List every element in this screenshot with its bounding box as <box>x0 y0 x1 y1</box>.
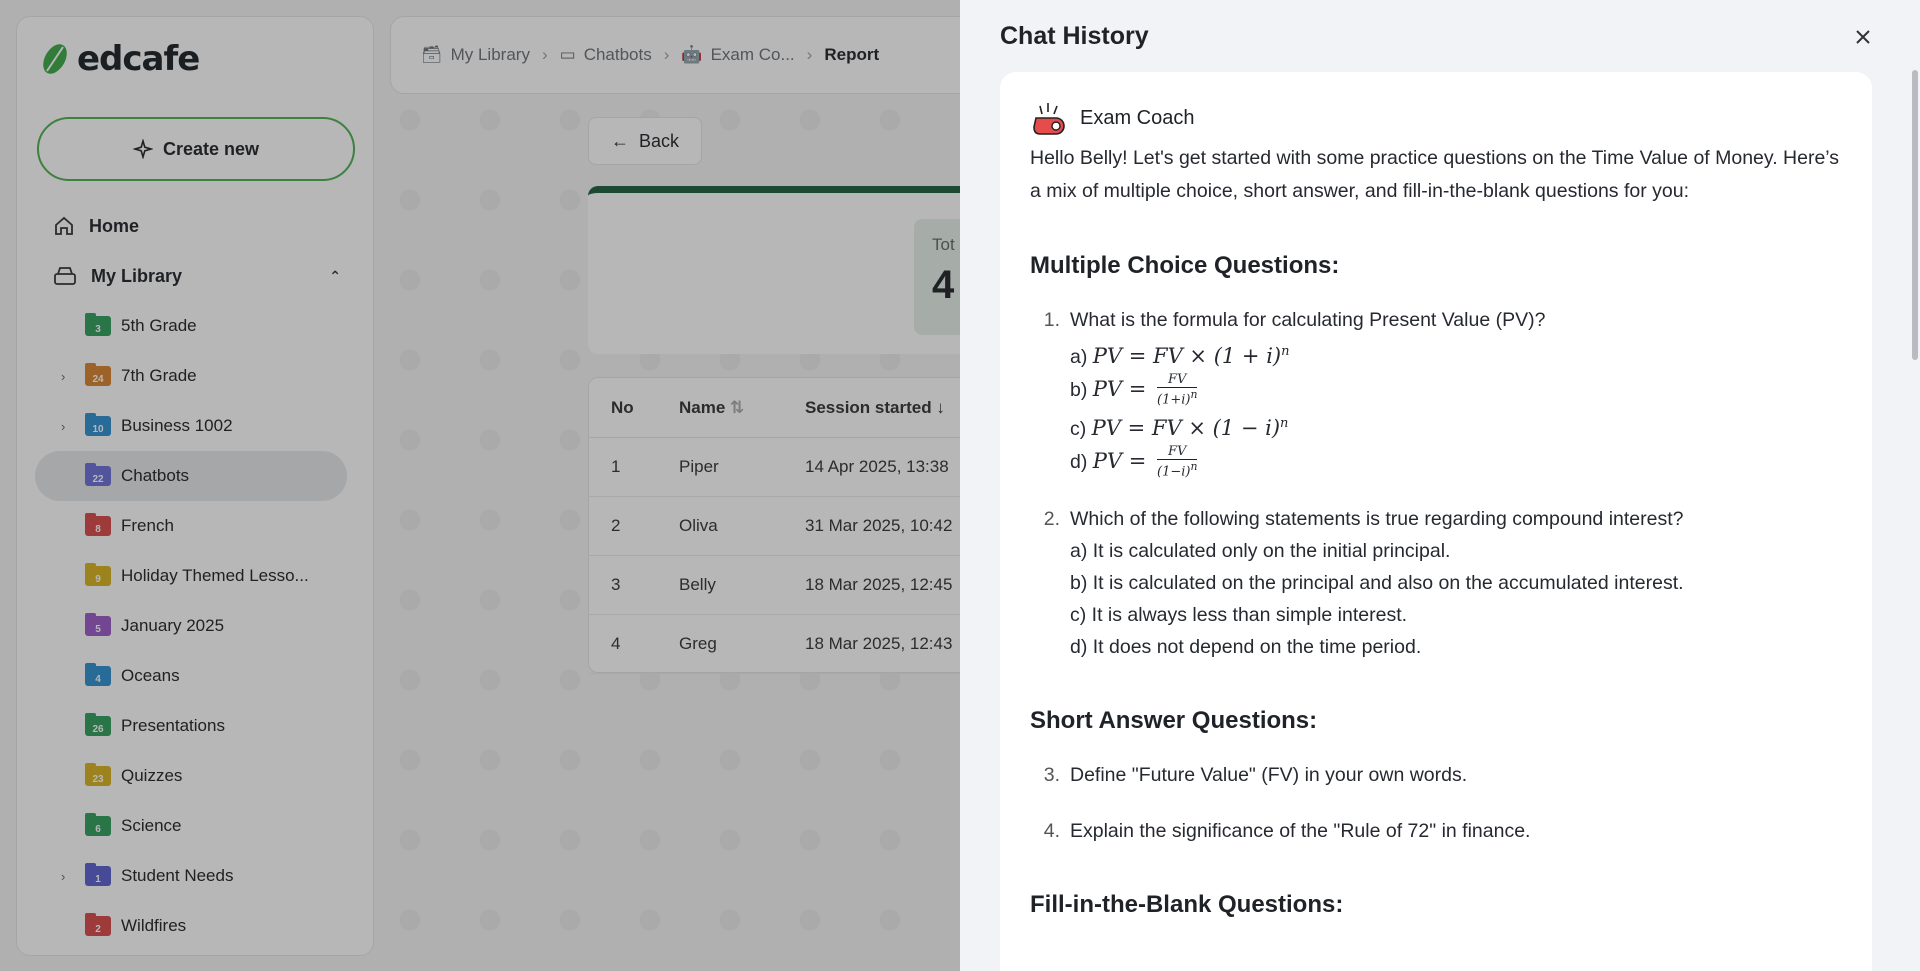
drawer-title: Chat History <box>1000 22 1149 50</box>
section-heading-mcq: Multiple Choice Questions: <box>1030 252 1340 279</box>
question-4: 4. Explain the significance of the "Rule… <box>1030 815 1842 847</box>
option-b: b) It is calculated on the principal and… <box>1070 572 1684 595</box>
modal-overlay[interactable] <box>0 0 960 971</box>
close-button[interactable] <box>1848 22 1878 52</box>
chat-message: Exam Coach Hello Belly! Let's get starte… <box>1000 72 1872 971</box>
question-number: 1. <box>1043 309 1060 331</box>
bot-name: Exam Coach <box>1080 106 1195 129</box>
section-heading-fill-blank: Fill-in-the-Blank Questions: <box>1030 891 1344 919</box>
question-text: Which of the following statements is tru… <box>1070 508 1684 531</box>
option-d: d) It does not depend on the time period… <box>1070 636 1422 659</box>
question-2: 2. Which of the following statements is … <box>1030 503 1842 663</box>
option-d: d) PV = FV (1−i)n <box>1070 444 1198 480</box>
intro-text: Hello Belly! Let's get started with some… <box>1030 147 1840 202</box>
question-number: 3. <box>1043 764 1060 787</box>
close-icon <box>1856 30 1870 44</box>
question-1: 1. What is the formula for calculating P… <box>1030 304 1842 479</box>
question-3: 3. Define "Future Value" (FV) in your ow… <box>1030 759 1842 791</box>
option-c: c) It is always less than simple interes… <box>1070 604 1408 627</box>
option-b: b) PV = FV (1+i)n <box>1070 372 1198 408</box>
bot-header: Exam Coach <box>1030 100 1842 136</box>
question-number: 4. <box>1043 820 1060 843</box>
option-a: a) It is calculated only on the initial … <box>1070 540 1451 563</box>
whistle-icon <box>1033 103 1065 135</box>
option-a: a) PV = FV × (1 + i)n <box>1070 344 1290 368</box>
section-heading-short-answer: Short Answer Questions: <box>1030 707 1318 735</box>
question-text: What is the formula for calculating Pres… <box>1070 309 1546 331</box>
chat-history-drawer: Chat History Exam Coach Hello Belly! Let… <box>960 0 1920 971</box>
question-text: Define "Future Value" (FV) in your own w… <box>1070 764 1468 787</box>
option-c: c) PV = FV × (1 − i)n <box>1070 415 1289 440</box>
question-number: 2. <box>1043 508 1060 531</box>
question-text: Explain the significance of the "Rule of… <box>1070 820 1531 843</box>
drawer-scrollbar[interactable] <box>1912 70 1918 360</box>
